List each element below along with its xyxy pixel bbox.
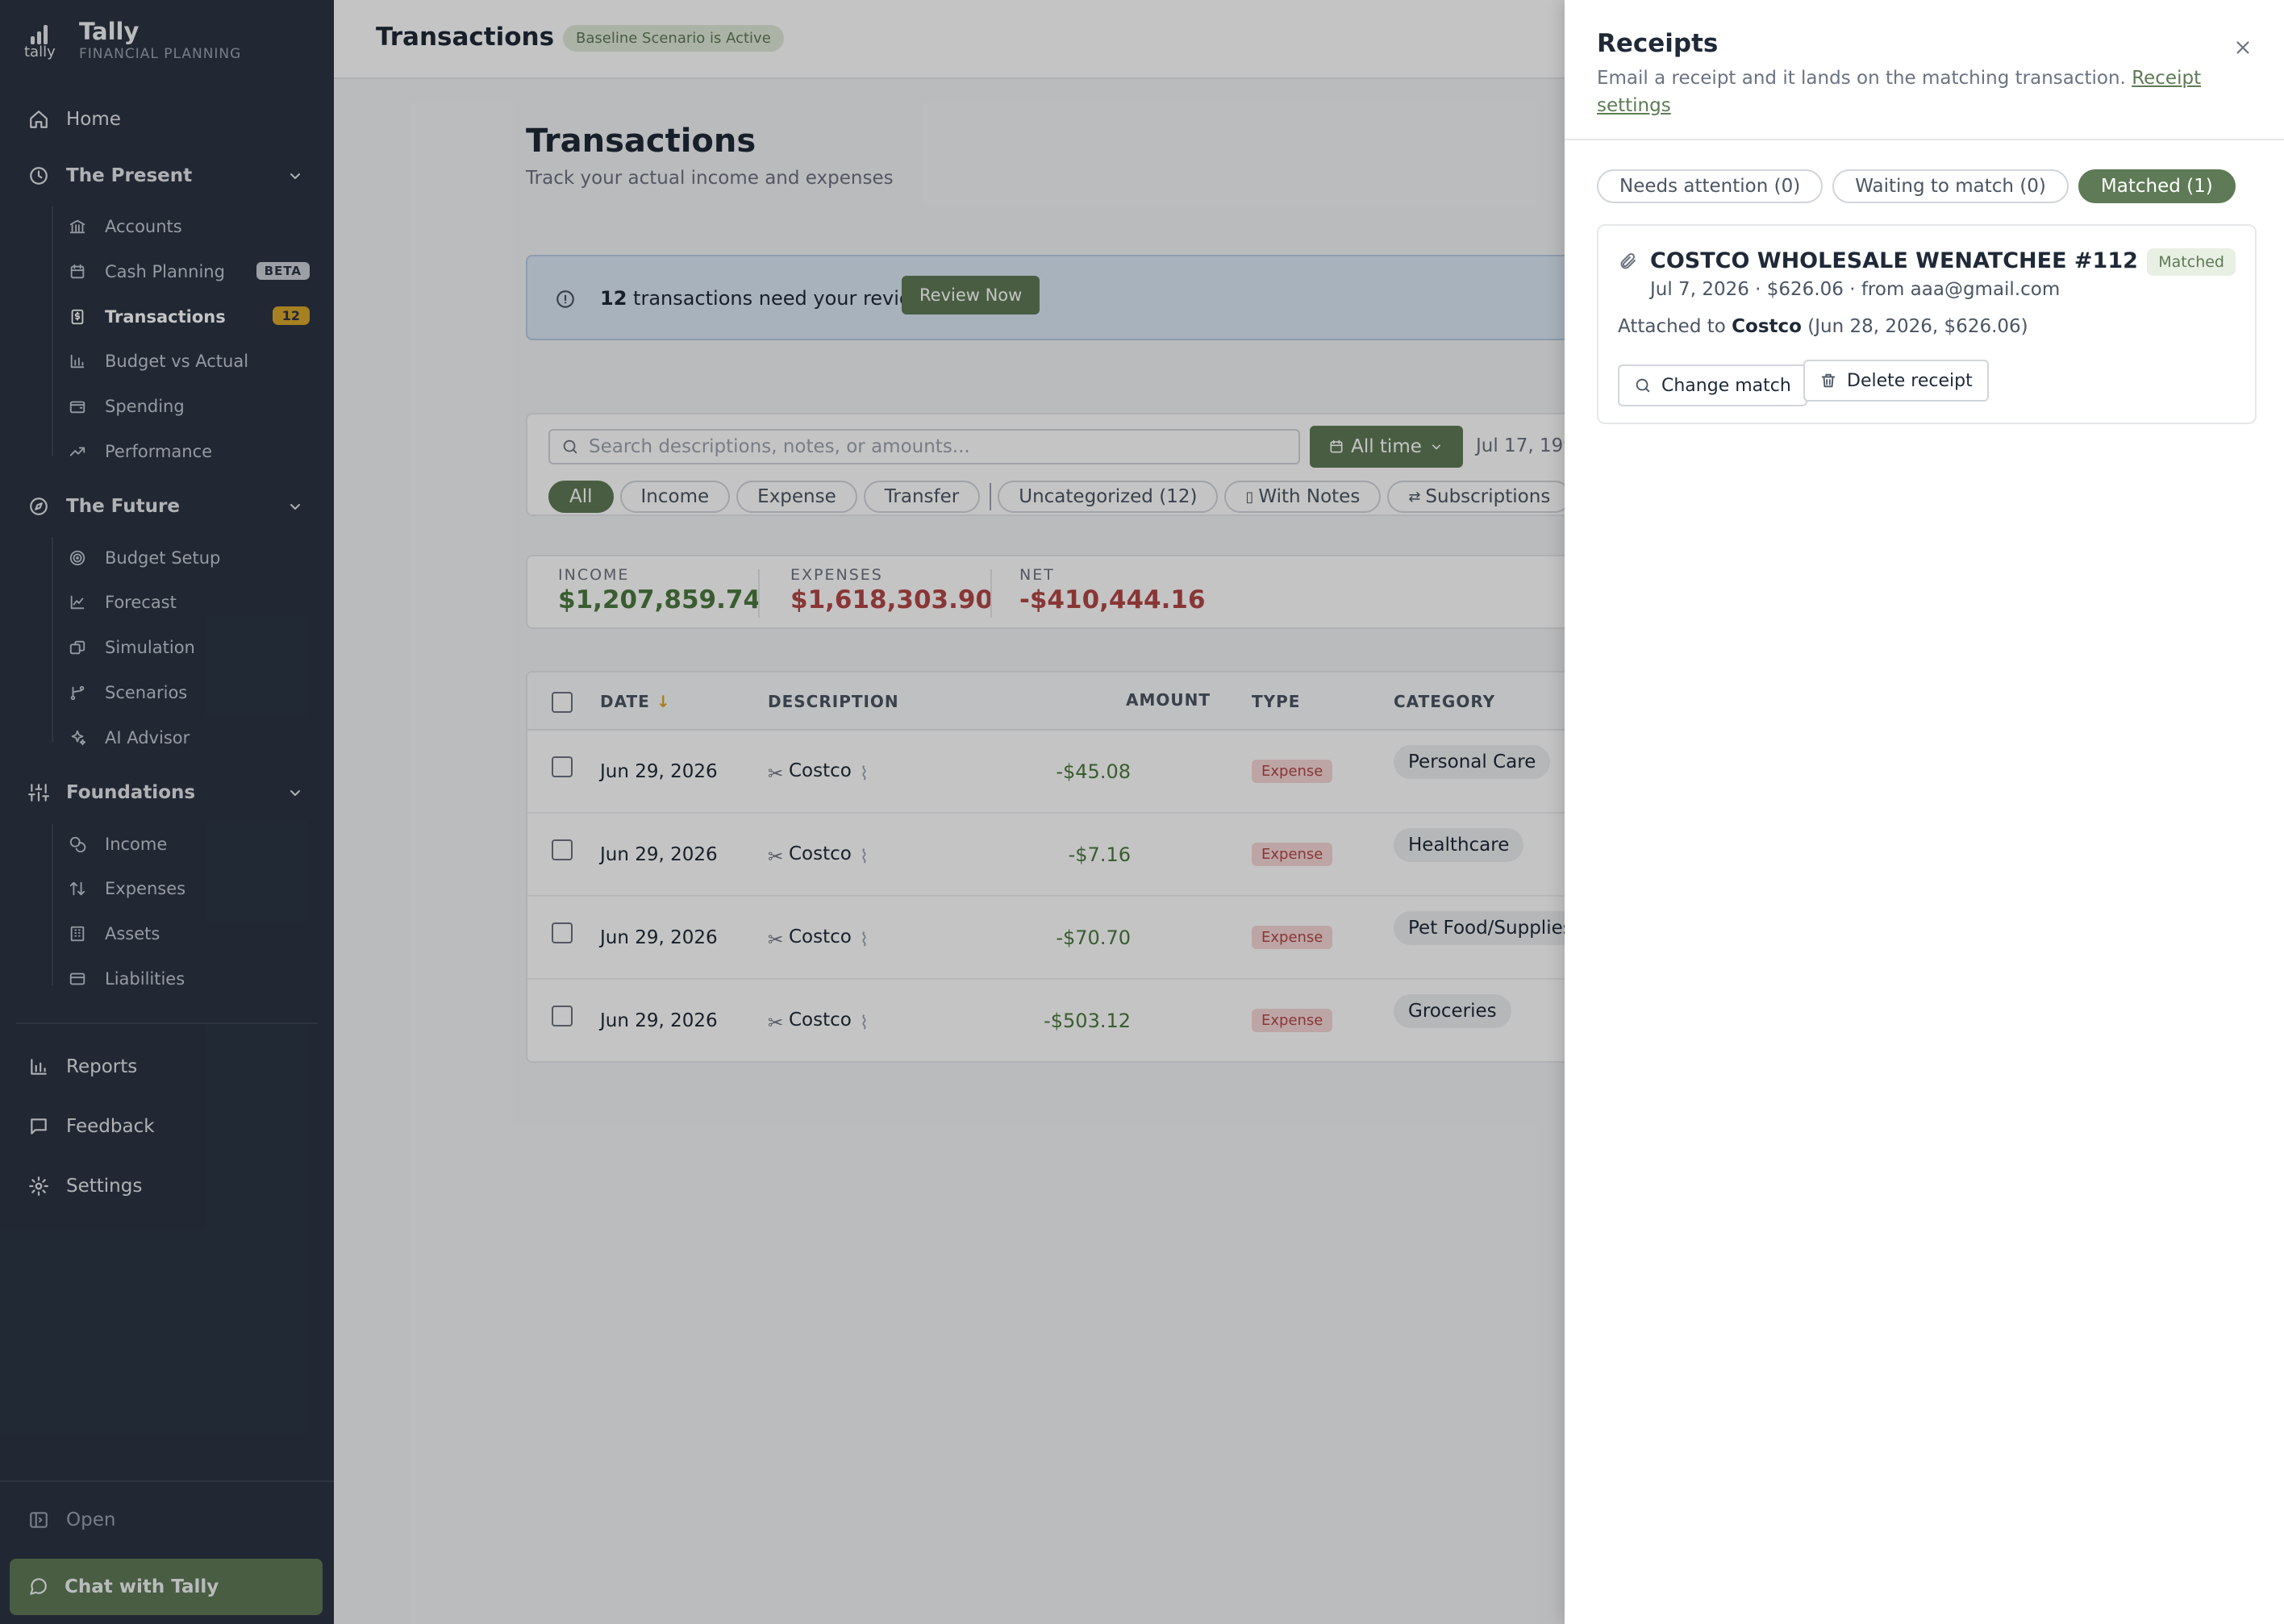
tab-needs-attention[interactable]: Needs attention (0): [1597, 169, 1823, 203]
receipts-panel: Receipts Email a receipt and it lands on…: [1565, 0, 2284, 1624]
trash-icon: [1821, 373, 1836, 388]
receipt-merchant: COSTCO WHOLESALE WENATCHEE #112: [1650, 248, 2138, 273]
receipt-meta: Jul 7, 2026 · $626.06 · from aaa@gmail.c…: [1650, 279, 2061, 300]
panel-description: Email a receipt and it lands on the matc…: [1597, 65, 2210, 119]
delete-receipt-label: Delete receipt: [1847, 370, 1973, 391]
matched-badge: Matched: [2147, 248, 2236, 276]
panel-description-text: Email a receipt and it lands on the matc…: [1597, 68, 2126, 89]
tab-waiting-to-match[interactable]: Waiting to match (0): [1832, 169, 2069, 203]
close-icon[interactable]: [2232, 37, 2253, 58]
change-match-button[interactable]: Change match: [1618, 364, 1807, 406]
attached-transaction-name: Costco: [1732, 316, 1802, 337]
change-match-label: Change match: [1661, 375, 1791, 396]
attached-transaction-detail: (Jun 28, 2026, $626.06): [1807, 316, 2028, 337]
tab-matched[interactable]: Matched (1): [2078, 169, 2236, 203]
panel-divider: [1565, 139, 2284, 140]
paperclip-icon: [1620, 252, 1636, 269]
receipt-tabs: Needs attention (0) Waiting to match (0)…: [1597, 169, 2245, 203]
panel-title: Receipts: [1597, 29, 1719, 58]
receipt-card: COSTCO WHOLESALE WENATCHEE #112 Matched …: [1597, 224, 2257, 424]
modal-backdrop[interactable]: [0, 0, 1565, 1624]
search-icon: [1636, 378, 1650, 393]
delete-receipt-button[interactable]: Delete receipt: [1803, 360, 1989, 402]
attached-to-text: Attached to Costco (Jun 28, 2026, $626.0…: [1618, 316, 2028, 337]
attached-prefix: Attached to: [1618, 316, 1726, 337]
